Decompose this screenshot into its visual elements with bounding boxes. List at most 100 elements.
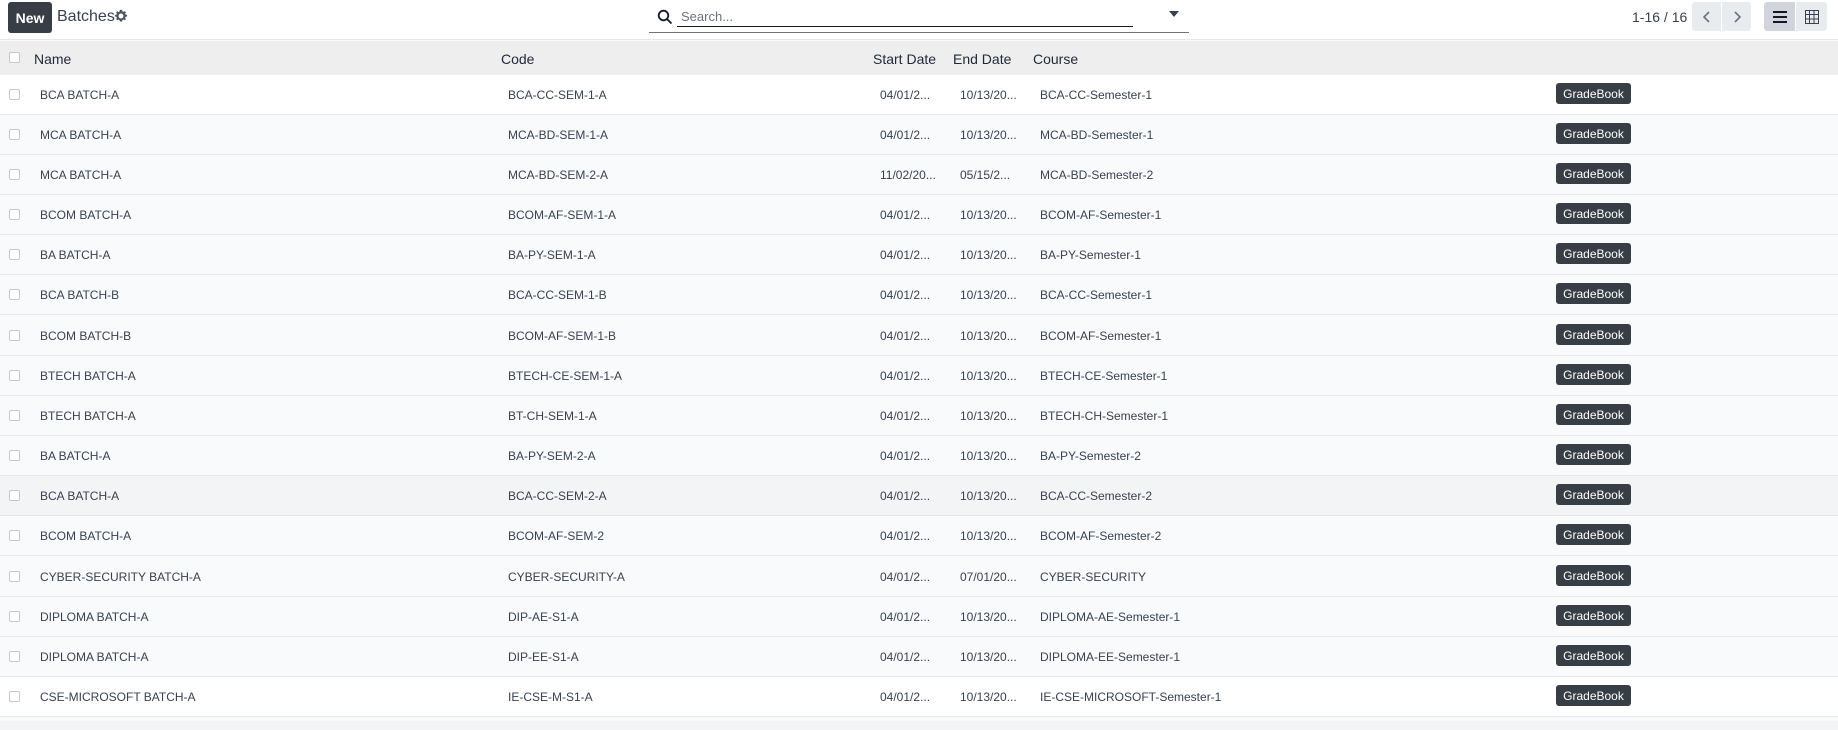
search-icon <box>657 9 673 25</box>
column-header-course[interactable]: Course <box>1033 51 1078 67</box>
row-checkbox[interactable] <box>9 450 20 461</box>
cell-name: BCOM BATCH-A <box>40 208 132 222</box>
table-footer <box>0 721 1838 730</box>
table-row[interactable]: BTECH BATCH-A BT-CH-SEM-1-A 04/01/2... 10/1… <box>0 396 1838 436</box>
cell-course: CYBER-SECURITY <box>1040 570 1147 584</box>
column-header-start-date[interactable]: Start Date <box>873 51 936 67</box>
new-button[interactable]: New <box>8 2 52 33</box>
select-all-checkbox[interactable] <box>9 52 20 63</box>
pager-previous-button[interactable] <box>1692 2 1721 31</box>
cell-start-date: 04/01/2... <box>880 529 931 543</box>
gradebook-button[interactable]: GradeBook <box>1556 83 1631 104</box>
row-checkbox[interactable] <box>9 330 20 341</box>
table-row[interactable]: CYBER-SECURITY BATCH-A CYBER-SECURITY-A 04… <box>0 557 1838 597</box>
gradebook-button[interactable]: GradeBook <box>1556 685 1631 706</box>
gradebook-button[interactable]: GradeBook <box>1556 123 1631 144</box>
gradebook-button[interactable]: GradeBook <box>1556 243 1631 264</box>
gradebook-button[interactable]: GradeBook <box>1556 444 1631 465</box>
search-options-toggle-icon[interactable] <box>1169 11 1179 17</box>
table-row[interactable]: CSE-MICROSOFT BATCH-A IE-CSE-M-S1-A 04/01/… <box>0 677 1838 717</box>
row-checkbox[interactable] <box>9 651 20 662</box>
cell-end-date: 10/13/20... <box>960 409 1017 423</box>
gradebook-button[interactable]: GradeBook <box>1556 163 1631 184</box>
cell-end-date: 10/13/20... <box>960 248 1017 262</box>
table-row[interactable]: BCOM BATCH-A BCOM-AF-SEM-2 04/01/2... 10/13… <box>0 516 1838 556</box>
pager-value[interactable]: 1-16 / 16 <box>1632 9 1687 25</box>
gradebook-button[interactable]: GradeBook <box>1556 565 1631 586</box>
row-checkbox[interactable] <box>9 289 20 300</box>
row-checkbox[interactable] <box>9 490 20 501</box>
cell-code: DIP-EE-S1-A <box>508 650 579 664</box>
cell-code: DIP-AE-S1-A <box>508 610 579 624</box>
row-checkbox[interactable] <box>9 169 20 180</box>
table-row[interactable]: BCA BATCH-B BCA-CC-SEM-1-B 04/01/2... 10/13… <box>0 275 1838 315</box>
cell-code: BT-CH-SEM-1-A <box>508 409 597 423</box>
gradebook-button[interactable]: GradeBook <box>1556 645 1631 666</box>
cell-name: CYBER-SECURITY BATCH-A <box>40 570 201 584</box>
gradebook-button[interactable]: GradeBook <box>1556 283 1631 304</box>
cell-end-date: 10/13/20... <box>960 610 1017 624</box>
row-checkbox[interactable] <box>9 571 20 582</box>
pager-next-button[interactable] <box>1722 2 1751 31</box>
cell-start-date: 04/01/2... <box>880 288 931 302</box>
gradebook-button[interactable]: GradeBook <box>1556 524 1631 545</box>
cell-code: BCOM-AF-SEM-1-B <box>508 329 616 343</box>
cell-course: MCA-BD-Semester-1 <box>1040 128 1154 142</box>
column-header-name[interactable]: Name <box>34 51 71 67</box>
cell-start-date: 04/01/2... <box>880 128 931 142</box>
cell-end-date: 05/15/2... <box>960 168 1011 182</box>
row-checkbox[interactable] <box>9 129 20 140</box>
gear-icon[interactable] <box>114 9 128 23</box>
row-checkbox[interactable] <box>9 530 20 541</box>
gradebook-button[interactable]: GradeBook <box>1556 203 1631 224</box>
pivot-view-button[interactable] <box>1796 2 1827 31</box>
row-checkbox[interactable] <box>9 691 20 702</box>
table-row[interactable]: MCA BATCH-A MCA-BD-SEM-2-A 11/02/20... 05/1… <box>0 155 1838 195</box>
row-checkbox[interactable] <box>9 370 20 381</box>
gradebook-button[interactable]: GradeBook <box>1556 484 1631 505</box>
cell-course: DIPLOMA-AE-Semester-1 <box>1040 610 1181 624</box>
cell-start-date: 04/01/2... <box>880 248 931 262</box>
column-header-end-date[interactable]: End Date <box>953 51 1011 67</box>
search-input[interactable] <box>677 6 1133 27</box>
cell-course: BCOM-AF-Semester-1 <box>1040 208 1162 222</box>
list-view-button[interactable] <box>1764 2 1795 31</box>
cell-name: BA BATCH-A <box>40 449 111 463</box>
cell-name: BCA BATCH-B <box>40 288 120 302</box>
cell-start-date: 04/01/2... <box>880 208 931 222</box>
cell-name: BCOM BATCH-A <box>40 529 132 543</box>
table-header: Name Code Start Date End Date Course <box>0 41 1838 76</box>
gradebook-button[interactable]: GradeBook <box>1556 404 1631 425</box>
row-checkbox[interactable] <box>9 209 20 220</box>
table-row[interactable]: DIPLOMA BATCH-A DIP-EE-S1-A 04/01/2... 10/1… <box>0 637 1838 677</box>
table-row[interactable]: MCA BATCH-A MCA-BD-SEM-1-A 04/01/2... 10/13… <box>0 115 1838 155</box>
cell-code: BCA-CC-SEM-1-B <box>508 288 607 302</box>
table-row[interactable]: BA BATCH-A BA-PY-SEM-2-A 04/01/2... 10/13/2… <box>0 436 1838 476</box>
row-checkbox[interactable] <box>9 89 20 100</box>
cell-end-date: 10/13/20... <box>960 208 1017 222</box>
control-panel: New Batches 1-16 / 16 <box>0 0 1838 40</box>
cell-code: MCA-BD-SEM-1-A <box>508 128 609 142</box>
table-row[interactable]: BTECH BATCH-A BTECH-CE-SEM-1-A 04/01/2... 1… <box>0 356 1838 396</box>
row-checkbox[interactable] <box>9 249 20 260</box>
table-row[interactable]: DIPLOMA BATCH-A DIP-AE-S1-A 04/01/2... 10/1… <box>0 597 1838 637</box>
cell-end-date: 10/13/20... <box>960 128 1017 142</box>
cell-end-date: 10/13/20... <box>960 449 1017 463</box>
table-row[interactable]: BA BATCH-A BA-PY-SEM-1-A 04/01/2... 10/13/2… <box>0 235 1838 275</box>
row-checkbox[interactable] <box>9 611 20 622</box>
search-bar <box>649 1 1189 33</box>
table-row[interactable]: BCOM BATCH-B BCOM-AF-SEM-1-B 04/01/2... 10/… <box>0 316 1838 356</box>
row-checkbox[interactable] <box>9 410 20 421</box>
cell-course: IE-CSE-MICROSOFT-Semester-1 <box>1040 690 1222 704</box>
cell-course: BA-PY-Semester-2 <box>1040 449 1141 463</box>
cell-code: IE-CSE-M-S1-A <box>508 690 593 704</box>
gradebook-button[interactable]: GradeBook <box>1556 324 1631 345</box>
gradebook-button[interactable]: GradeBook <box>1556 605 1631 626</box>
table-row[interactable]: BCOM BATCH-A BCOM-AF-SEM-1-A 04/01/2... 10/… <box>0 195 1838 235</box>
table-row[interactable]: BCA BATCH-A BCA-CC-SEM-2-A 04/01/2... 10/13… <box>0 476 1838 516</box>
gradebook-button[interactable]: GradeBook <box>1556 364 1631 385</box>
cell-start-date: 04/01/2... <box>880 489 931 503</box>
table-row[interactable]: BCA BATCH-A BCA-CC-SEM-1-A 04/01/2... 10/13… <box>0 75 1838 115</box>
cell-name: CSE-MICROSOFT BATCH-A <box>40 690 196 704</box>
column-header-code[interactable]: Code <box>501 51 534 67</box>
